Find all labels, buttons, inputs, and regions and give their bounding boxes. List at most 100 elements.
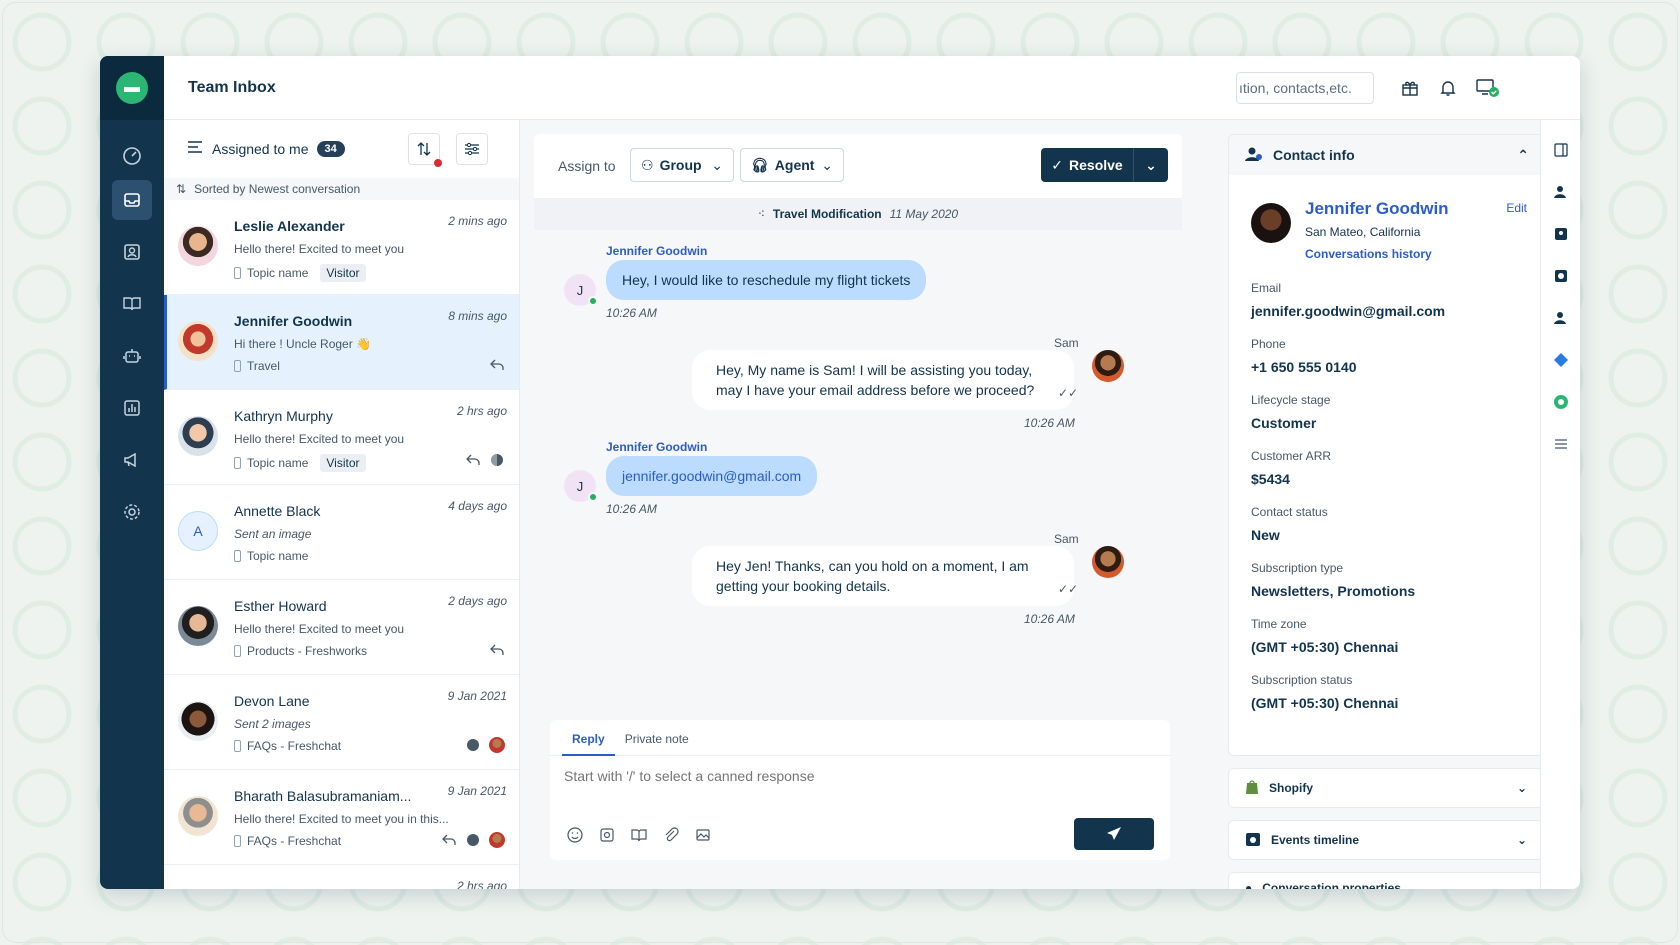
group-dropdown[interactable]: ⚇ Group ⌄ — [630, 148, 734, 182]
list-item[interactable]: Leslie Alexander 2 mins ago Hello there!… — [164, 200, 519, 295]
timestamp: 2 days ago — [448, 594, 507, 608]
message-preview: Hello there! Excited to meet you — [234, 242, 405, 256]
contact-icon — [1245, 146, 1263, 165]
contact-avatar: J — [564, 274, 598, 306]
avatar — [178, 416, 218, 456]
resolve-options-chevron-icon[interactable]: ⌄ — [1134, 157, 1168, 174]
search-input[interactable]: ıtion, contacts,etc. — [1236, 72, 1374, 104]
chat-panel: Assign to ⚇ Group ⌄ 🎧︎ Agent ⌄ ✓ Resolve ⌄ ⁖ Tr… — [520, 120, 1220, 889]
list-header: Assigned to me 34 — [164, 120, 519, 178]
freshchat-app-icon[interactable] — [1553, 394, 1569, 410]
right-rail — [1540, 120, 1580, 889]
message-preview: Hello there! Excited to meet you — [234, 622, 405, 636]
avatar — [178, 226, 218, 266]
chat-header: Assign to ⚇ Group ⌄ 🎧︎ Agent ⌄ ✓ Resolve ⌄ — [534, 134, 1182, 198]
reply-icon — [489, 642, 505, 658]
knowledge-base-icon[interactable] — [112, 284, 152, 324]
delivered-icon: ✓✓ — [1058, 582, 1079, 596]
conversation-subject: ⁖ Travel Modification 11 May 2020 — [534, 198, 1182, 230]
collapse-panel-icon[interactable] — [1553, 142, 1569, 158]
contact-name: Jennifer Goodwin — [234, 313, 353, 329]
message-time: 10:26 AM — [1024, 416, 1075, 430]
chevron-down-icon: ⌄ — [821, 156, 833, 173]
events-timeline-section[interactable]: Events timeline ⌄ — [1228, 820, 1544, 860]
user-settings-icon[interactable] — [1553, 310, 1569, 326]
contact-avatar — [1251, 203, 1291, 243]
image-icon[interactable] — [694, 826, 712, 844]
send-button[interactable] — [1074, 818, 1154, 850]
phone-icon — [234, 457, 241, 469]
chat-logo-icon[interactable]: ▬ — [116, 72, 148, 104]
contact-info-header[interactable]: Contact info ⌃ — [1229, 135, 1543, 175]
contact-field-email: Email jennifer.goodwin@gmail.com — [1251, 281, 1446, 319]
sender-name: Jennifer Goodwin — [606, 440, 708, 454]
logo: ▬ — [100, 56, 164, 120]
conversation-meta: Travel — [234, 359, 280, 373]
filter-label[interactable]: Assigned to me — [212, 141, 309, 157]
reports-icon[interactable] — [112, 388, 152, 428]
list-item[interactable]: Esther Howard 2 days ago Hello there! Ex… — [164, 580, 519, 675]
dashboard-icon[interactable] — [112, 136, 152, 176]
resolve-button[interactable]: ✓ Resolve ⌄ — [1041, 148, 1168, 182]
message-bubble-incoming: Hey, I would like to reschedule my fligh… — [606, 260, 927, 300]
contact-field-status: Contact status New — [1251, 505, 1328, 543]
settings-icon[interactable] — [112, 492, 152, 532]
canned-response-icon[interactable] — [598, 826, 616, 844]
bell-icon[interactable] — [1436, 76, 1460, 100]
edit-contact-link[interactable]: Edit — [1506, 201, 1527, 215]
list-item-selected[interactable]: Jennifer Goodwin 8 mins ago Hi there ! U… — [164, 295, 519, 390]
filter-menu-icon[interactable] — [188, 140, 202, 158]
conversation-meta: Topic name Visitor — [234, 264, 366, 282]
snooze-icon — [489, 452, 505, 468]
filter-settings-button[interactable] — [456, 133, 488, 165]
list-item[interactable]: A Annette Black 4 days ago Sent an image… — [164, 485, 519, 580]
agent-dropdown[interactable]: 🎧︎ Agent ⌄ — [740, 148, 844, 182]
agent-status-icon[interactable] — [1476, 76, 1500, 100]
timestamp: 4 days ago — [448, 499, 507, 513]
timestamp: 2 mins ago — [448, 214, 507, 228]
list-item[interactable]: Devon Lane 9 Jan 2021 Sent 2 images FAQs… — [164, 675, 519, 770]
inbox-icon[interactable] — [112, 180, 152, 220]
avatar — [178, 796, 218, 836]
emoji-icon[interactable] — [566, 826, 584, 844]
tab-reply[interactable]: Reply — [562, 720, 615, 756]
conversation-count-badge: 34 — [316, 141, 345, 157]
message-time: 10:26 AM — [606, 306, 657, 320]
list-item[interactable]: Bharath Balasubramaniam... 9 Jan 2021 He… — [164, 770, 519, 865]
list-item[interactable]: 2 hrs ago — [164, 865, 519, 889]
conversation-properties-section[interactable]: ● Conversation properties ⌄ — [1228, 872, 1544, 889]
contacts-icon[interactable] — [112, 232, 152, 272]
sort-button[interactable] — [408, 133, 442, 167]
bot-icon[interactable] — [112, 336, 152, 376]
visitor-tag: Visitor — [320, 264, 366, 282]
solution-article-icon[interactable] — [630, 826, 648, 844]
conversation-meta: Products - Freshworks — [234, 644, 367, 658]
sort-bar: ⇅ Sorted by Newest conversation — [164, 178, 519, 200]
contact-card-icon[interactable] — [1553, 226, 1569, 242]
conversations-history-link[interactable]: Conversations history — [1305, 247, 1432, 261]
reply-composer: Reply Private note — [550, 720, 1170, 860]
tab-private-note[interactable]: Private note — [615, 720, 699, 756]
app-window: ▬ Team Inbox ıtion, contacts,etc. Assign… — [100, 56, 1580, 889]
online-status-dot — [588, 492, 598, 502]
reply-input[interactable] — [564, 768, 1124, 784]
list-item[interactable]: Kathryn Murphy 2 hrs ago Hello there! Ex… — [164, 390, 519, 485]
agent-avatar — [489, 832, 505, 848]
attachment-icon[interactable] — [662, 826, 680, 844]
phone-icon — [234, 740, 241, 752]
agent-avatar — [1092, 350, 1124, 382]
integration-diamond-icon[interactable] — [1553, 352, 1569, 368]
contact-field-phone: Phone +1 650 555 0140 — [1251, 337, 1357, 375]
gift-icon[interactable] — [1398, 76, 1422, 100]
message-preview: Sent an image — [234, 527, 312, 541]
apps-settings-icon[interactable] — [1553, 436, 1569, 452]
top-bar: Team Inbox ıtion, contacts,etc. — [164, 56, 1580, 120]
sender-name: Jennifer Goodwin — [606, 244, 708, 258]
chevron-up-icon[interactable]: ⌃ — [1517, 147, 1529, 164]
contact-details-icon[interactable] — [1553, 184, 1569, 200]
contact-field-subscription-status: Subscription status (GMT +05:30) Chennai — [1251, 673, 1399, 711]
shopify-section[interactable]: Shopify ⌄ — [1228, 768, 1544, 808]
campaigns-icon[interactable] — [112, 440, 152, 480]
online-status-dot — [588, 296, 598, 306]
timeline-icon[interactable] — [1553, 268, 1569, 284]
